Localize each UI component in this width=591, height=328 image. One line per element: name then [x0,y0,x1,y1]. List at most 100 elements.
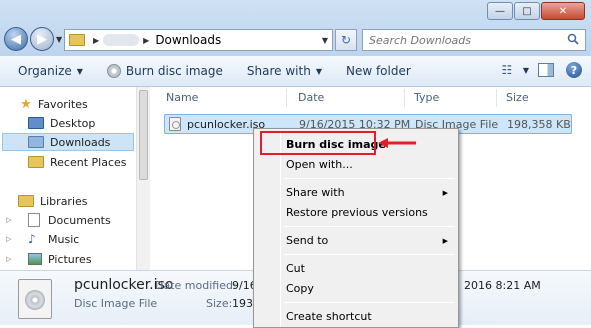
breadcrumb-user-redacted[interactable] [103,34,140,46]
forward-button[interactable]: ▶ [30,27,54,51]
menu-item-cut[interactable]: Cut [286,260,305,278]
column-divider[interactable] [404,89,405,107]
menu-item-open-with[interactable]: Open with... [286,156,353,174]
search-input[interactable] [369,33,559,47]
expand-arrow-icon[interactable]: ▷ [6,235,11,243]
column-header-size[interactable]: Size [506,91,529,104]
column-header-name[interactable]: Name [166,91,198,104]
file-size: 198,358 KB [507,118,571,131]
sidebar-item-music[interactable]: ▷ ♪ Music [6,230,80,248]
sidebar-item-label: Pictures [48,252,92,266]
toolbar-right: ☷ ▼ ? [490,60,585,80]
share-label: Share with [246,64,311,78]
expand-arrow-icon[interactable]: ▷ [6,255,11,263]
sidebar-item-documents[interactable]: ▷ Documents [6,211,111,229]
star-icon: ★ [20,96,32,112]
breadcrumb-downloads[interactable]: Downloads [155,33,221,47]
details-date-created-value: 2016 8:21 AM [464,279,541,292]
recent-places-icon [28,156,44,168]
breadcrumb-chevron-icon[interactable]: ▶ [143,36,149,45]
downloads-folder-icon [28,136,44,148]
sidebar-item-label: Documents [48,213,111,227]
menu-separator [284,226,454,227]
column-divider[interactable] [286,89,287,107]
highlight-box [260,131,376,155]
sidebar-item-desktop[interactable]: Desktop [28,114,95,132]
chevron-down-icon: ▼ [315,66,322,76]
preview-pane-button[interactable] [535,60,557,80]
menu-gutter [280,131,281,327]
close-button[interactable]: ✕ [541,2,585,20]
desktop-icon [28,117,44,129]
menu-separator [284,254,454,255]
views-icon[interactable]: ☷ [496,60,518,80]
menu-item-restore-previous-versions[interactable]: Restore previous versions [286,204,428,222]
details-size-label: Size: [206,297,233,310]
menu-item-create-shortcut[interactable]: Create shortcut [286,308,372,326]
address-bar[interactable]: ▶ ▶ Downloads ▼ [64,29,333,51]
scrollbar-thumb[interactable] [139,90,148,180]
menu-item-label: Send to [286,234,329,247]
sidebar-item-label: Desktop [50,116,96,130]
minimize-button[interactable]: — [487,2,513,20]
column-header-type[interactable]: Type [414,91,439,104]
refresh-button[interactable]: ↻ [335,29,357,51]
disc-icon [106,64,121,78]
sidebar-item-label: Music [48,232,80,246]
details-date-modified-label: Date modified: [155,279,237,292]
context-menu: Burn disc image Open with... Share with … [253,128,459,328]
iso-file-icon [169,117,181,131]
address-dropdown-icon[interactable]: ▼ [322,36,328,45]
submenu-arrow-icon: ▶ [442,237,448,245]
search-box[interactable] [362,29,586,51]
help-button[interactable]: ? [563,60,585,80]
red-arrow-icon [378,138,416,148]
back-button[interactable]: ◀ [4,27,28,51]
breadcrumb-chevron-icon[interactable]: ▶ [93,36,99,45]
new-folder-button[interactable]: New folder [338,59,419,83]
menu-item-label: Share with [286,186,345,199]
folder-icon [69,34,85,46]
sidebar-item-recent-places[interactable]: Recent Places [28,153,127,171]
details-file-type: Disc Image File [74,297,158,310]
title-bar: — □ ✕ ◀ ▶ ▼ ▶ ▶ Downloads ▼ ↻ [0,0,591,56]
share-with-button[interactable]: Share with ▼ [239,59,330,83]
burn-disc-image-button[interactable]: Burn disc image [99,59,231,83]
navigation-pane: ★ Favorites Desktop Downloads Recent Pla… [0,87,136,270]
menu-separator [284,302,454,303]
column-header-date[interactable]: Date [298,91,324,104]
menu-item-copy[interactable]: Copy [286,280,314,298]
chevron-down-icon: ▼ [76,66,83,76]
command-bar: Organize ▼ Burn disc image Share with ▼ … [0,56,591,87]
sidebar-group-libraries[interactable]: Libraries [18,192,88,210]
menu-separator [284,178,454,179]
maximize-button[interactable]: □ [514,2,540,20]
submenu-arrow-icon: ▶ [442,189,448,197]
caption-buttons: — □ ✕ [486,2,585,20]
column-divider[interactable] [496,89,497,107]
nav-buttons: ◀ ▶ ▼ [4,27,62,51]
new-folder-label: New folder [345,64,411,78]
music-icon: ♪ [28,232,36,246]
navigation-scrollbar[interactable] [136,87,150,270]
views-dropdown-icon[interactable]: ▼ [523,66,529,75]
recent-pages-dropdown[interactable]: ▼ [56,35,62,44]
pictures-icon [28,253,42,265]
explorer-window: — □ ✕ ◀ ▶ ▼ ▶ ▶ Downloads ▼ ↻ Search Dow… [0,0,591,328]
search-icon[interactable] [567,33,579,45]
organize-label: Organize [18,64,72,78]
expand-arrow-icon[interactable]: ▷ [6,216,11,224]
libraries-icon [18,195,34,207]
burn-label: Burn disc image [125,64,223,78]
sidebar-item-label: Recent Places [50,155,127,169]
sidebar-item-pictures[interactable]: ▷ Pictures [6,250,92,268]
menu-item-send-to[interactable]: Send to ▶ [286,232,456,250]
organize-button[interactable]: Organize ▼ [10,59,91,83]
details-size-value: 193 [232,297,253,310]
menu-item-share-with[interactable]: Share with ▶ [286,184,456,202]
sidebar-item-label: Downloads [50,135,111,149]
disc-image-icon [18,279,52,319]
sidebar-group-favorites[interactable]: ★ Favorites [18,95,88,113]
column-headers: Name Date Type Size [150,87,591,109]
sidebar-item-downloads[interactable]: Downloads [2,133,134,151]
